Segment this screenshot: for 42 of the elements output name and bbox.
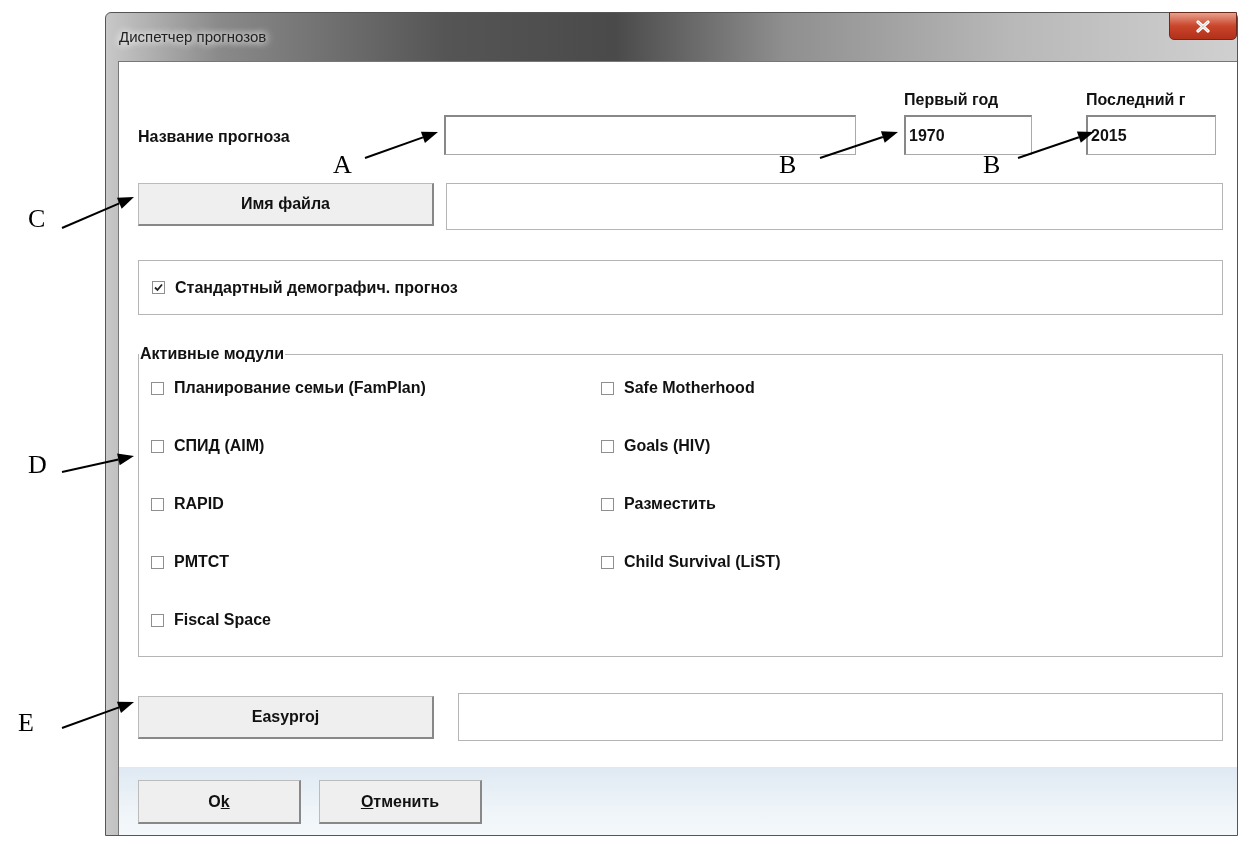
checkbox[interactable] [151,381,164,395]
first-year-label: Первый год [904,91,1000,109]
first-year-field[interactable]: 1970 [904,115,1032,155]
checkbox-label[interactable]: СПИД (AIM) [174,437,265,455]
checkbox[interactable] [601,497,614,511]
checkbox-label[interactable]: Fiscal Space [174,611,271,629]
checkbox[interactable] [151,439,164,453]
checkbox-label[interactable]: Safe Motherhood [624,379,755,397]
checkbox[interactable] [601,381,614,395]
annotation-letter: C [28,206,46,232]
annotation-letter: D [28,452,47,478]
last-year-label: Последний г [1086,91,1187,109]
checkbox-label[interactable]: Планирование семьи (FamPlan) [174,379,426,397]
annotation-letter: B [779,152,797,178]
file-name-button[interactable]: Имя файла [138,183,434,226]
easyproj-button[interactable]: Easyproj [138,695,434,739]
group-title: Активные модули [139,345,285,363]
checkbox-label[interactable]: PMTCT [174,553,230,571]
easyproj-field[interactable] [458,693,1223,741]
window-title: Диспетчер прогнозов [118,27,267,45]
checkbox[interactable] [151,555,164,569]
name-label: Название прогноза [138,128,290,147]
ok-button[interactable]: Ok [138,780,301,824]
cancel-button[interactable]: Отменить [319,780,482,824]
annotation-letter: A [333,152,352,178]
name-field[interactable] [444,115,856,155]
checkbox[interactable] [601,555,614,569]
file-name-field[interactable] [446,183,1223,230]
checkbox-label[interactable]: RAPID [174,495,224,513]
last-year-field[interactable]: 2015 [1086,115,1216,155]
close-icon [1195,19,1211,33]
checkbox[interactable] [151,497,164,511]
checkbox[interactable] [152,281,165,294]
checkbox-label[interactable]: Разместить [624,495,716,513]
checkbox-label[interactable]: Стандартный демографич. прогноз [175,278,458,297]
checkbox[interactable] [601,439,614,453]
annotation-letter: B [983,152,1001,178]
checkbox-label[interactable]: Child Survival (LiST) [624,553,781,571]
checkbox-label[interactable]: Goals (HIV) [624,437,711,455]
checkbox[interactable] [151,613,164,627]
annotation-letter: E [18,710,34,736]
close-button[interactable] [1169,12,1237,40]
